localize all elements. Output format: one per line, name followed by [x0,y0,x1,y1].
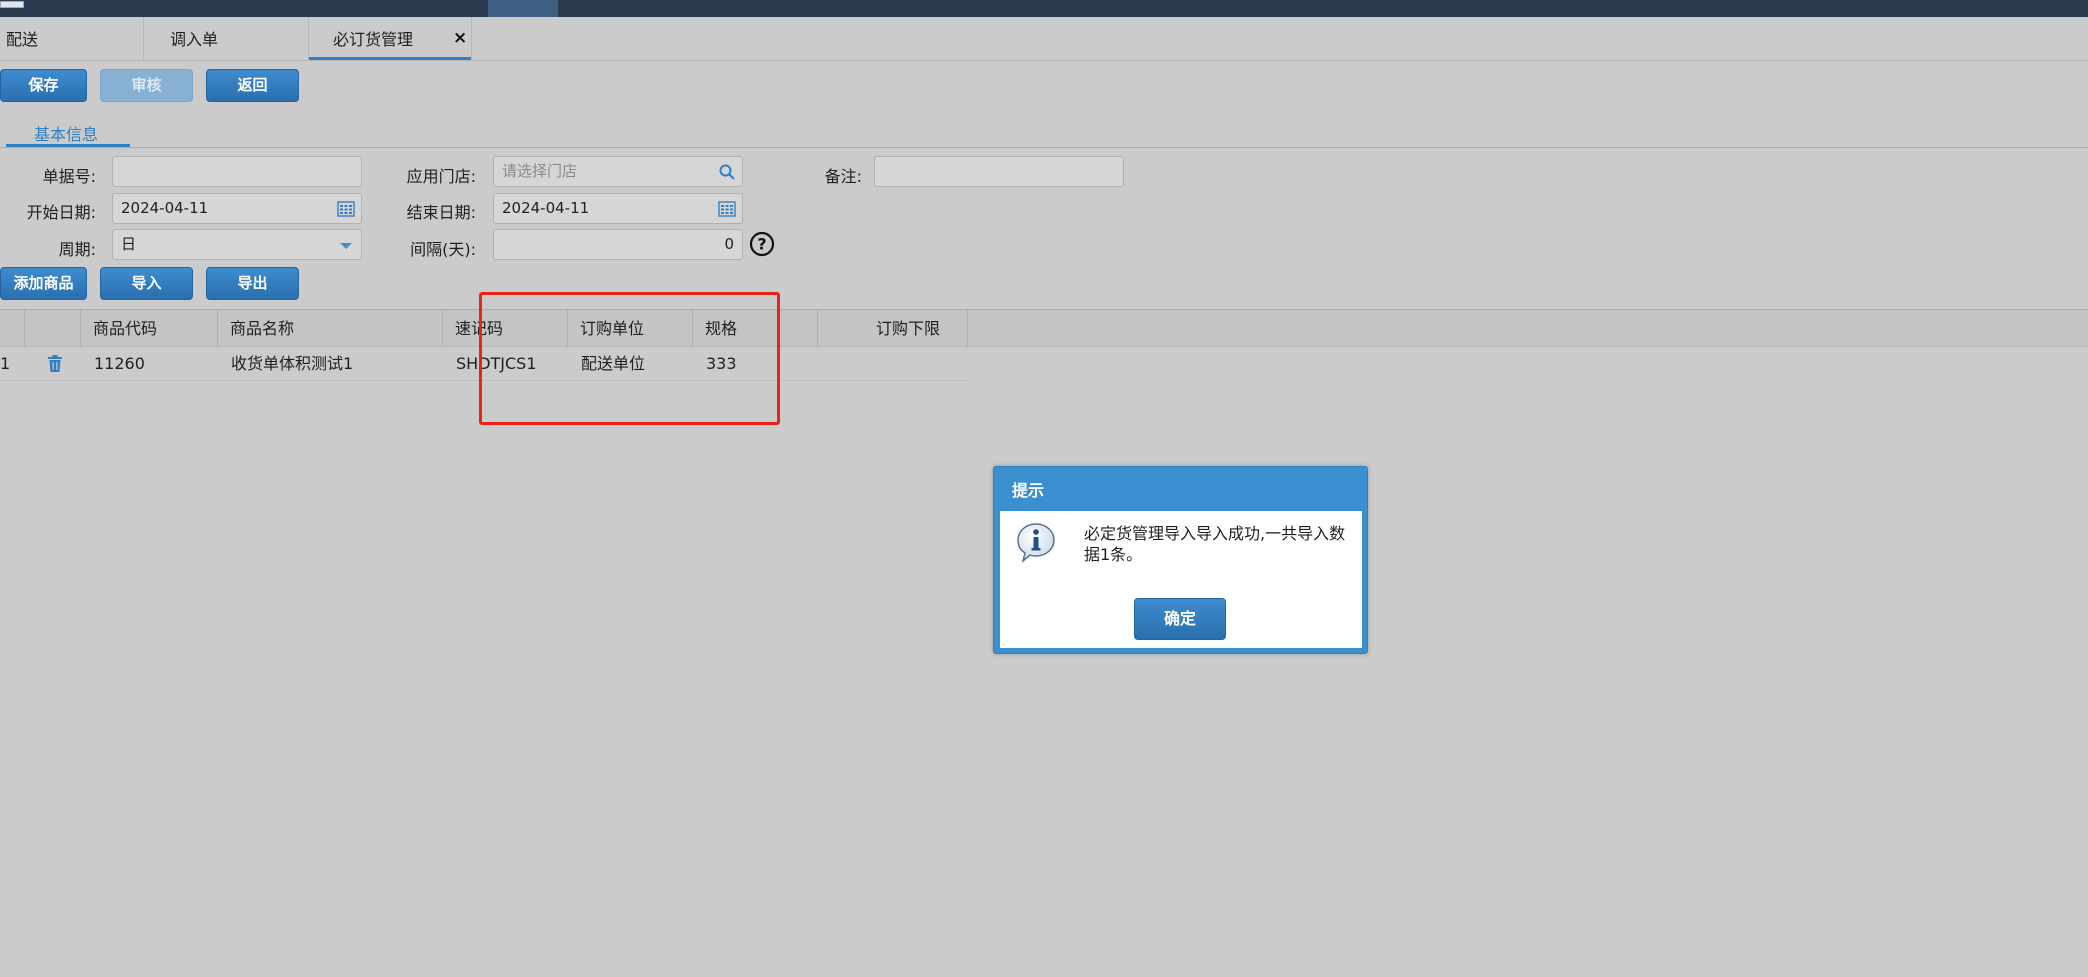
dialog-body: 必定货管理导入导入成功,一共导入数据1条。 确定 [1000,511,1362,648]
tab-divider [308,17,309,61]
interval-field[interactable]: 0 [493,229,743,260]
cycle-label: 周期: [58,240,96,259]
divider [0,147,2088,148]
search-icon[interactable] [718,163,736,181]
menu-icon[interactable] [0,1,24,8]
tab-divider [143,17,144,61]
export-button[interactable]: 导出 [206,267,299,300]
grid-header: 商品代码 商品名称 速记码 订购单位 规格 订购下限 [0,309,2088,347]
active-tab-indicator [309,57,471,60]
start-date-value: 2024-04-11 [121,199,209,217]
store-field[interactable]: 请选择门店 [493,156,743,187]
highlight-annotation [479,292,780,425]
tab-bar: 配送 调入单 必订货管理 × [0,17,2088,61]
calendar-icon[interactable] [718,200,736,218]
info-dialog: 提示 必定货管理导入导入成功,一共导入数据1条。 确定 [993,466,1368,654]
tab-delivery[interactable]: 配送 [6,17,38,61]
row-number: 1 [0,354,11,373]
help-glyph: ? [757,235,766,254]
interval-label: 间隔(天): [410,240,476,259]
remark-field[interactable] [874,156,1124,187]
cycle-select[interactable]: 日 [112,229,362,260]
help-icon[interactable]: ? [749,231,775,257]
import-button[interactable]: 导入 [100,267,193,300]
store-placeholder: 请选择门店 [502,162,578,180]
start-date-label: 开始日期: [26,203,96,222]
add-product-button[interactable]: 添加商品 [0,267,87,300]
chevron-down-icon[interactable] [337,236,355,254]
tab-basic-info[interactable]: 基本信息 [34,121,98,145]
column-header-min-order[interactable]: 订购下限 [818,310,968,347]
row-number-header [0,310,25,347]
product-code-cell: 11260 [94,354,145,373]
tab-divider [471,17,472,61]
ok-button[interactable]: 确定 [1134,598,1226,640]
top-menu-bar [0,0,2088,17]
back-button[interactable]: 返回 [206,69,299,102]
save-button[interactable]: 保存 [0,69,87,102]
column-header-code[interactable]: 商品代码 [81,310,218,347]
cycle-value: 日 [121,235,137,253]
tab-transfer-in[interactable]: 调入单 [170,17,218,61]
end-date-field[interactable]: 2024-04-11 [493,193,743,224]
store-label: 应用门店: [406,167,476,186]
action-header [25,310,81,347]
top-active-segment[interactable] [488,0,558,17]
close-tab-icon[interactable]: × [453,29,467,47]
remark-label: 备注: [824,167,862,186]
end-date-value: 2024-04-11 [502,199,590,217]
info-icon [1017,523,1055,563]
min-order-cell[interactable] [819,347,968,381]
trash-icon[interactable] [47,355,63,373]
tab-required-order[interactable]: 必订货管理 [333,17,413,61]
end-date-label: 结束日期: [406,203,476,222]
doc-no-label: 单据号: [42,167,96,186]
audit-button[interactable]: 审核 [100,69,193,102]
column-header-name[interactable]: 商品名称 [218,310,443,347]
dialog-message: 必定货管理导入导入成功,一共导入数据1条。 [1084,524,1346,564]
start-date-field[interactable]: 2024-04-11 [112,193,362,224]
product-name-cell: 收货单体积测试1 [231,354,354,373]
dialog-title: 提示 [1012,481,1045,500]
doc-no-field[interactable] [112,156,362,187]
calendar-icon[interactable] [337,200,355,218]
